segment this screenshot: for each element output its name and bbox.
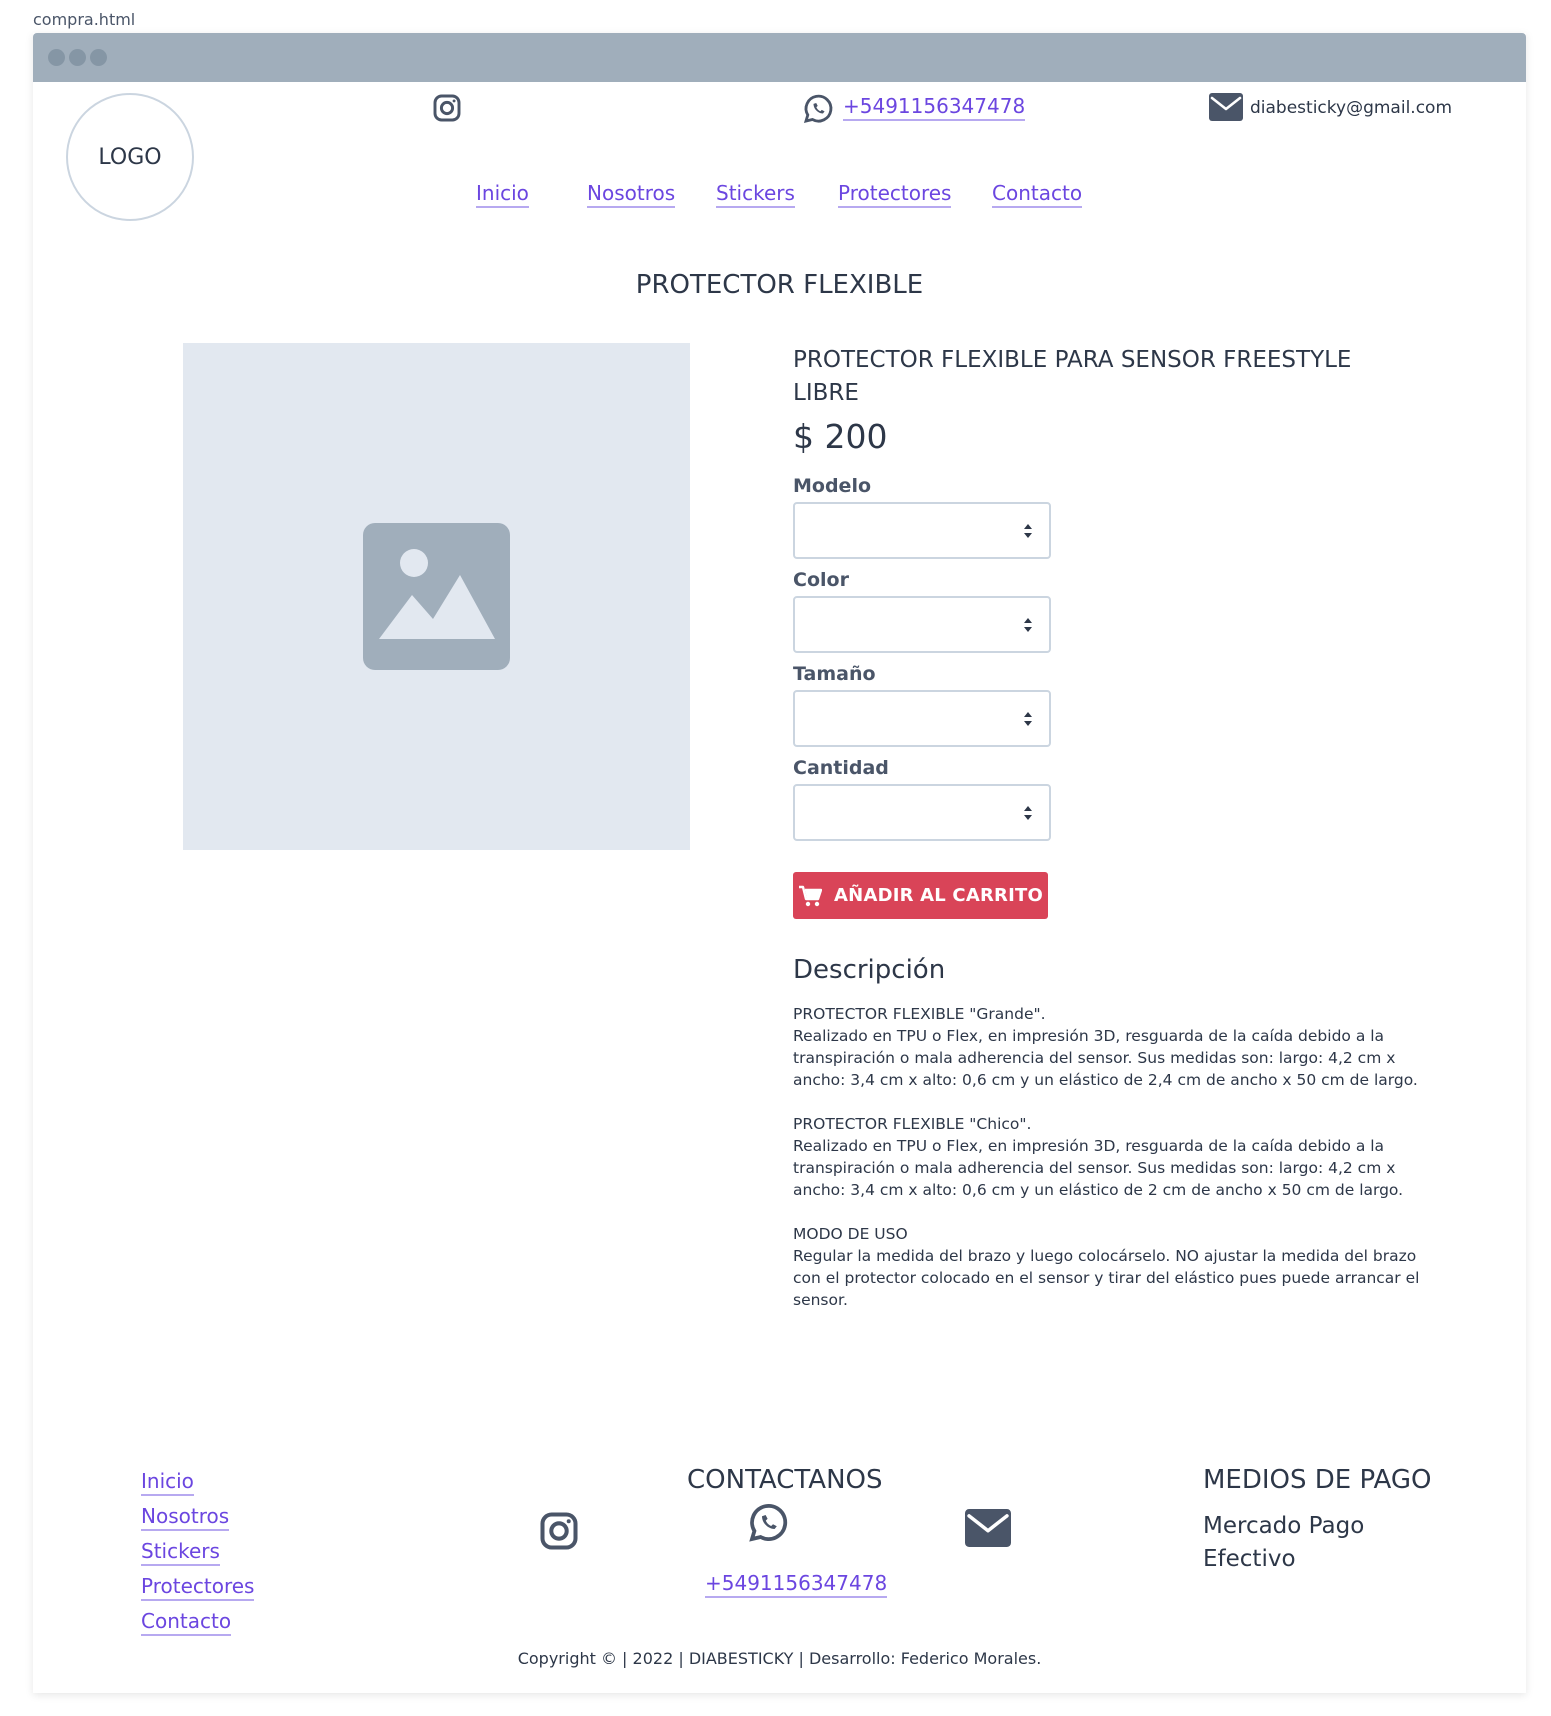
description-text: Regular la medida del brazo y luego colo… bbox=[793, 1247, 1420, 1309]
description-block: PROTECTOR FLEXIBLE "Grande". Realizado e… bbox=[793, 1003, 1423, 1091]
header-email: diabesticky@gmail.com bbox=[1250, 98, 1452, 118]
nav-item-inicio[interactable]: Inicio bbox=[476, 181, 529, 208]
window-titlebar bbox=[33, 33, 1526, 82]
size-select[interactable] bbox=[793, 690, 1051, 747]
footer-link-nosotros[interactable]: Nosotros bbox=[141, 1504, 230, 1531]
instagram-icon[interactable] bbox=[537, 1509, 581, 1553]
mail-icon[interactable] bbox=[965, 1509, 1011, 1547]
page-title: PROTECTOR FLEXIBLE bbox=[635, 270, 924, 300]
model-select[interactable] bbox=[793, 502, 1051, 559]
product-price: $ 200 bbox=[793, 417, 888, 456]
footer-phone-link[interactable]: +5491156347478 bbox=[705, 1571, 888, 1598]
window-dot[interactable] bbox=[48, 49, 65, 66]
window-dot[interactable] bbox=[90, 49, 107, 66]
sort-caret-icon bbox=[1024, 618, 1032, 632]
logo-text: LOGO bbox=[98, 144, 162, 170]
product-name: PROTECTOR FLEXIBLE PARA SENSOR FREESTYLE… bbox=[793, 347, 1352, 406]
product-image bbox=[183, 343, 690, 850]
color-label: Color bbox=[793, 569, 849, 591]
mail-icon[interactable] bbox=[1209, 93, 1243, 121]
model-label: Modelo bbox=[793, 475, 872, 497]
color-select[interactable] bbox=[793, 596, 1051, 653]
footer-link-stickers[interactable]: Stickers bbox=[141, 1539, 220, 1566]
instagram-icon[interactable] bbox=[431, 92, 463, 124]
cart-icon bbox=[799, 885, 823, 906]
whatsapp-icon[interactable] bbox=[800, 91, 836, 127]
description-heading: PROTECTOR FLEXIBLE "Chico". bbox=[793, 1115, 1032, 1133]
description-block: PROTECTOR FLEXIBLE "Chico". Realizado en… bbox=[793, 1113, 1423, 1201]
sort-caret-icon bbox=[1024, 524, 1032, 538]
nav-item-contacto[interactable]: Contacto bbox=[992, 181, 1083, 208]
sort-caret-icon bbox=[1024, 806, 1032, 820]
payment-heading: MEDIOS DE PAGO bbox=[1203, 1465, 1432, 1495]
footer-nav: Inicio Nosotros Stickers Protectores Con… bbox=[141, 1469, 255, 1644]
description-title: Descripción bbox=[793, 955, 946, 985]
description-body: PROTECTOR FLEXIBLE "Grande". Realizado e… bbox=[793, 1003, 1423, 1333]
browser-window: LOGO +5491156347478 diabesticky@gmail.co… bbox=[33, 33, 1526, 1693]
description-text: Realizado en TPU o Flex, en impresión 3D… bbox=[793, 1027, 1418, 1089]
header-phone-link[interactable]: +5491156347478 bbox=[843, 94, 1026, 121]
payment-method: Mercado Pago bbox=[1203, 1513, 1365, 1539]
description-heading: PROTECTOR FLEXIBLE "Grande". bbox=[793, 1005, 1046, 1023]
file-name-label: compra.html bbox=[33, 10, 136, 29]
window-dot[interactable] bbox=[69, 49, 86, 66]
sort-caret-icon bbox=[1024, 712, 1032, 726]
description-text: Realizado en TPU o Flex, en impresión 3D… bbox=[793, 1137, 1404, 1199]
size-label: Tamaño bbox=[793, 663, 876, 685]
description-block: MODO DE USO Regular la medida del brazo … bbox=[793, 1223, 1423, 1311]
quantity-label: Cantidad bbox=[793, 757, 889, 779]
add-to-cart-button[interactable]: AÑADIR AL CARRITO bbox=[793, 872, 1048, 919]
nav-item-nosotros[interactable]: Nosotros bbox=[587, 181, 676, 208]
contact-heading: CONTACTANOS bbox=[687, 1465, 883, 1495]
image-placeholder-icon bbox=[363, 523, 510, 670]
footer-link-protectores[interactable]: Protectores bbox=[141, 1574, 255, 1601]
nav-item-protectores[interactable]: Protectores bbox=[838, 181, 952, 208]
add-to-cart-label: AÑADIR AL CARRITO bbox=[834, 885, 1043, 906]
payment-method: Efectivo bbox=[1203, 1546, 1296, 1572]
site-logo[interactable]: LOGO bbox=[66, 93, 194, 221]
footer-link-contacto[interactable]: Contacto bbox=[141, 1609, 232, 1636]
whatsapp-icon[interactable] bbox=[744, 1499, 792, 1547]
nav-item-stickers[interactable]: Stickers bbox=[716, 181, 795, 208]
copyright: Copyright © | 2022 | DIABESTICKY | Desar… bbox=[517, 1649, 1042, 1668]
quantity-select[interactable] bbox=[793, 784, 1051, 841]
description-heading: MODO DE USO bbox=[793, 1225, 908, 1243]
footer-link-inicio[interactable]: Inicio bbox=[141, 1469, 194, 1496]
